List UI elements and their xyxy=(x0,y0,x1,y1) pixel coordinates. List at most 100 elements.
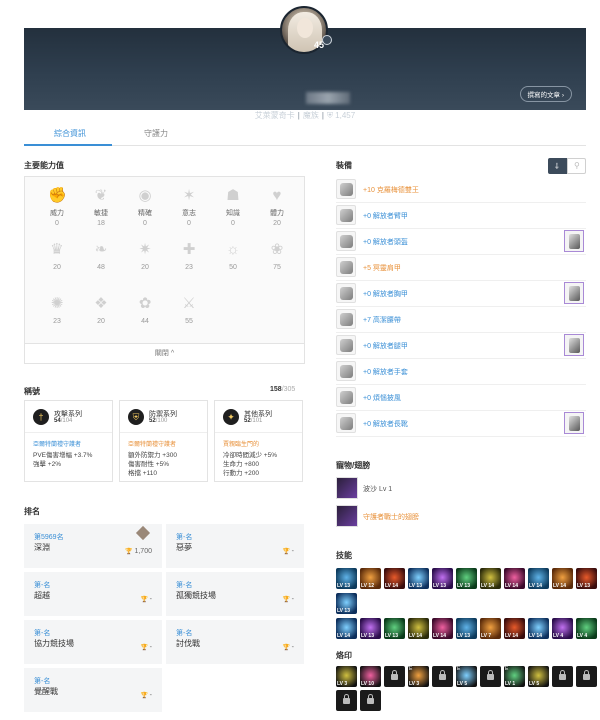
skill-icon[interactable]: LV 14 xyxy=(528,568,549,589)
ranking-card[interactable]: 第5969名 深淵 🏆 1,700 xyxy=(24,524,162,568)
skill-icon[interactable]: LV 14 xyxy=(528,618,549,639)
stat-value: 20 xyxy=(273,220,281,227)
locked-rune-slot[interactable] xyxy=(432,666,453,687)
rune-icon[interactable]: LV 10 xyxy=(360,666,381,687)
skill-level-value: 7 xyxy=(488,633,492,639)
skill-icon[interactable]: LV 4 xyxy=(552,618,573,639)
equipment-item[interactable]: +0 解放者手套 xyxy=(336,360,586,382)
skill-icon[interactable]: LV 13 xyxy=(456,568,477,589)
locked-rune-slot[interactable] xyxy=(552,666,573,687)
ranking-card[interactable]: 第-名 協力競技場 🏆 - xyxy=(24,620,162,664)
collapse-stats-button[interactable]: 關閉 ^ xyxy=(25,343,304,363)
title-card[interactable]: † 攻擊系列 54/104 亞爾特蘭禮守護者 PVE傷害增幅 +3.7% 強擊 +2% xyxy=(24,400,113,482)
equipment-item[interactable]: +0 解放者胸甲 xyxy=(336,282,586,304)
equipment-view-toggle[interactable]: ⸸ xyxy=(548,158,567,174)
skill-icon[interactable]: LV 13 xyxy=(384,618,405,639)
rank-score-value: - xyxy=(149,692,152,699)
skill-icon[interactable]: LV 13 xyxy=(456,618,477,639)
locked-rune-slot[interactable] xyxy=(336,690,357,711)
locked-rune-slot[interactable] xyxy=(384,666,405,687)
stat-value: 55 xyxy=(185,318,193,325)
skill-icon[interactable]: LV 14 xyxy=(408,618,429,639)
skill-icon[interactable]: LV 13 xyxy=(576,568,597,589)
tab-guardian-power[interactable]: 守護力 xyxy=(144,128,168,139)
skin-view-toggle[interactable]: ⚲ xyxy=(567,158,586,174)
ranking-card[interactable]: 第-名 超越 🏆 - xyxy=(24,572,162,616)
stat-value: 0 xyxy=(231,220,235,227)
rank-category: 惡夢 xyxy=(176,543,192,552)
skill-icon[interactable]: LV 14 xyxy=(504,618,525,639)
skill-icon[interactable]: LV 13 xyxy=(360,618,381,639)
title-series-count: 52/101 xyxy=(244,418,263,424)
written-posts-button[interactable]: 撰寫的文章 › xyxy=(519,86,572,102)
skills-title: 技能 xyxy=(336,551,352,560)
stats-title: 主要能力值 xyxy=(24,161,64,170)
skill-level: LV 12 xyxy=(361,583,374,589)
rank-score-value: 1,700 xyxy=(134,548,152,555)
skill-icon[interactable]: LV 12 xyxy=(360,568,381,589)
equipment-item[interactable]: +0 解放者臂甲 xyxy=(336,204,586,226)
titles-count: 158/305 xyxy=(270,386,296,393)
appearance-skin-icon[interactable] xyxy=(564,282,584,304)
title-headline: 亞爾特蘭禮守護者 xyxy=(128,442,177,448)
equipment-icon xyxy=(336,283,356,303)
rune-icon[interactable]: E LV 3 xyxy=(408,666,429,687)
rune-icon[interactable]: LV 3 xyxy=(336,666,357,687)
skill-icon[interactable]: LV 13 xyxy=(336,593,357,614)
equipment-item[interactable]: +7 高潔腰帶 xyxy=(336,308,586,330)
skill-level: LV 14 xyxy=(505,583,518,589)
title-card[interactable]: ⛨ 防禦系列 52/100 亞爾特蘭禮守護者 額外防禦力 +300 傷害耐性 +5% 格擋 … xyxy=(119,400,208,482)
skill-level: LV 14 xyxy=(409,633,422,639)
equipment-item[interactable]: +0 解放者腿甲 xyxy=(336,334,586,356)
skill-icon[interactable]: LV 13 xyxy=(336,568,357,589)
rank-position: 第-名 xyxy=(176,534,193,541)
stat-value: 0 xyxy=(55,220,59,227)
equipment-item[interactable]: +0 煩惱披風 xyxy=(336,386,586,408)
title-card[interactable]: ✦ 其他系列 52/101 賈親臨生門的 冷卻時間減少 +5% 生命力 +800 行動力 +… xyxy=(214,400,303,482)
equipment-item[interactable]: +0 解放者長靴 xyxy=(336,412,586,434)
appearance-skin-icon[interactable] xyxy=(564,230,584,252)
ranking-card[interactable]: 第-名 惡夢 🏆 - xyxy=(166,524,304,568)
appearance-skin-icon[interactable] xyxy=(564,334,584,356)
pet-wing-item[interactable]: 守護者戰士的翅膀 xyxy=(336,504,586,528)
skill-icon[interactable]: LV 13 xyxy=(408,568,429,589)
skill-icon[interactable]: LV 14 xyxy=(336,618,357,639)
locked-rune-slot[interactable] xyxy=(360,690,381,711)
appearance-skin-icon[interactable] xyxy=(564,412,584,434)
stat-label: 敏捷 xyxy=(94,210,108,217)
rune-icon[interactable]: E LV 1 xyxy=(504,666,525,687)
equipment-item[interactable]: +5 冥靈肩甲 xyxy=(336,256,586,278)
equipment-item[interactable]: +10 克羅梅德雙王 xyxy=(336,178,586,200)
ranking-card[interactable]: 第-名 孤獨競技場 🏆 - xyxy=(166,572,304,616)
stat-value: 50 xyxy=(229,264,237,271)
rank-category: 討伐戰 xyxy=(176,639,200,648)
lock-icon xyxy=(367,694,374,704)
equipment-item[interactable]: +0 解放者頭盔 xyxy=(336,230,586,252)
rune-icon[interactable]: LV 5 xyxy=(528,666,549,687)
skill-icon[interactable]: LV 14 xyxy=(432,618,453,639)
rank-position: 第5969名 xyxy=(34,534,64,541)
locked-rune-slot[interactable] xyxy=(480,666,501,687)
pet-wing-item[interactable]: 波沙 Lv 1 xyxy=(336,476,586,500)
rune-level-value: 3 xyxy=(416,681,420,687)
skill-icon[interactable]: LV 4 xyxy=(576,618,597,639)
lock-icon xyxy=(343,694,350,704)
locked-rune-slot[interactable] xyxy=(576,666,597,687)
tab-overview[interactable]: 綜合資訊 xyxy=(54,128,86,139)
skill-icon[interactable]: LV 14 xyxy=(552,568,573,589)
rune-icon[interactable]: E LV 5 xyxy=(456,666,477,687)
stat-label: 體力 xyxy=(270,210,284,217)
skill-icon[interactable]: LV 14 xyxy=(384,568,405,589)
skill-icon[interactable]: LV 14 xyxy=(504,568,525,589)
ranking-card[interactable]: 第-名 討伐戰 🏆 - xyxy=(166,620,304,664)
skill-level: LV 13 xyxy=(433,583,446,589)
card-divider xyxy=(120,432,207,433)
rank-score-value: - xyxy=(149,644,152,651)
skill-level: LV 7 xyxy=(481,633,492,639)
shield-icon: ⛨ xyxy=(326,111,333,120)
skill-level: LV 14 xyxy=(385,583,398,589)
ranking-card[interactable]: 第-名 覺醒戰 🏆 - xyxy=(24,668,162,712)
skill-icon[interactable]: LV 7 xyxy=(480,618,501,639)
skill-icon[interactable]: LV 14 xyxy=(480,568,501,589)
skill-icon[interactable]: LV 13 xyxy=(432,568,453,589)
